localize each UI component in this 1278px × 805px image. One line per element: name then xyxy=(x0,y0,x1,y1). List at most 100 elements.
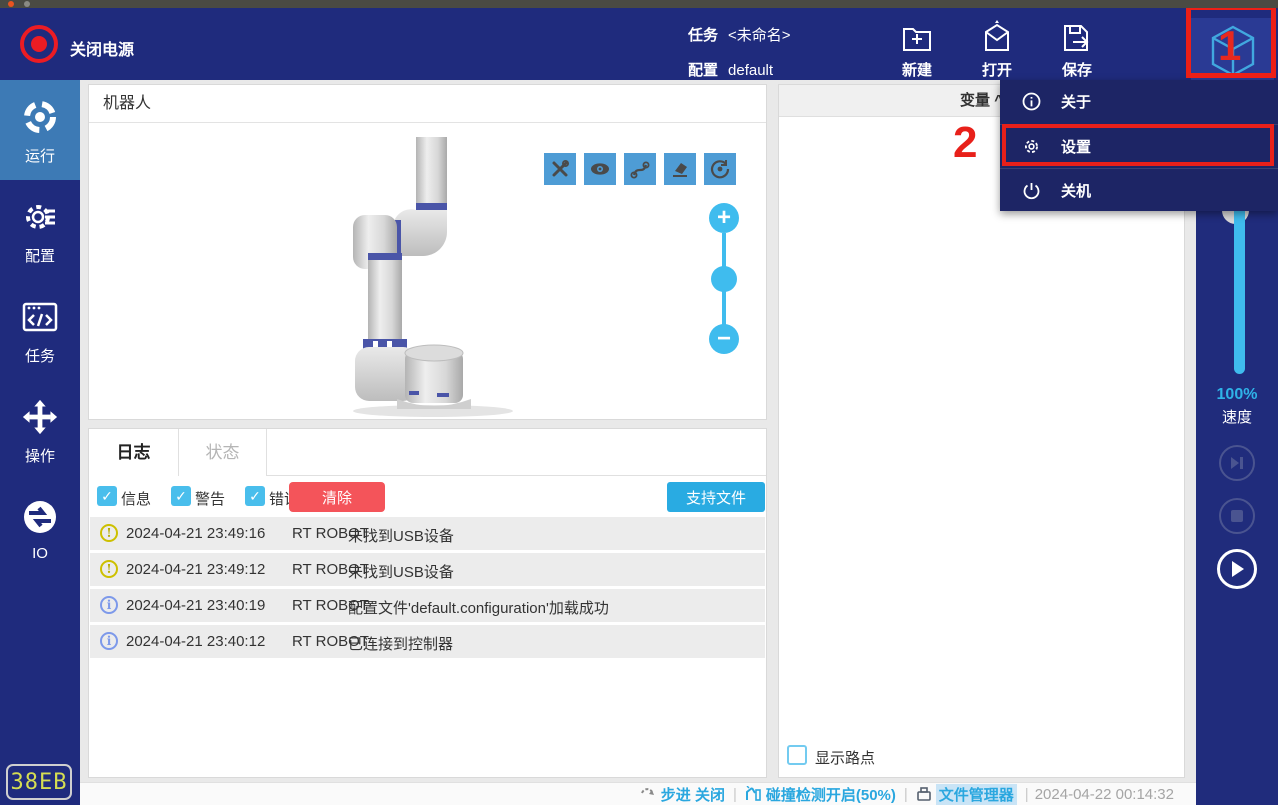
warning-icon: ! xyxy=(100,524,118,542)
zoom-in-button[interactable]: + xyxy=(709,203,739,233)
open-task-label: 打开 xyxy=(981,62,1012,79)
menu-item-label: 关于 xyxy=(1061,94,1092,111)
config-value: default xyxy=(728,62,774,79)
sidebar-item-run[interactable]: 运行 xyxy=(0,80,80,180)
view-path-button[interactable] xyxy=(624,153,656,185)
collision-detect-label: 碰撞检测开启(50%) xyxy=(765,786,896,804)
move-arrows-icon xyxy=(22,399,58,435)
view-visibility-button[interactable] xyxy=(584,153,616,185)
tab-status[interactable]: 状态 xyxy=(179,429,267,476)
sidebar-item-io[interactable]: IO xyxy=(0,480,80,580)
status-bar: 步进 关闭 | 碰撞检测开启(50%) | 文件管理器 | 2024-04-22… xyxy=(80,782,1196,805)
task-label: 任务 xyxy=(688,27,719,44)
filter-warning-label: 警告 xyxy=(195,491,226,508)
sidebar-item-task[interactable]: 任务 xyxy=(0,280,80,380)
log-message: 已连接到控制器 xyxy=(348,636,454,653)
sidebar-item-label: 任务 xyxy=(24,348,55,365)
window-minimize-button[interactable] xyxy=(24,1,30,7)
run-icon xyxy=(24,101,56,133)
divider: | xyxy=(1024,785,1029,803)
eraser-icon xyxy=(673,163,687,177)
speed-slider-track[interactable] xyxy=(1234,204,1245,374)
menu-item-about[interactable]: 关于 xyxy=(1000,80,1278,123)
code-window-icon xyxy=(22,302,58,332)
log-row[interactable]: i 2024-04-21 23:40:19 RT ROBOT 配置文件'defa… xyxy=(90,589,765,622)
left-sidebar: 运行 配置 任务 操作 IO 38EB xyxy=(0,80,80,805)
open-task-button[interactable]: 打开 xyxy=(968,20,1026,80)
divider: | xyxy=(903,785,908,803)
power-off-button[interactable] xyxy=(20,25,58,63)
view-tools-button[interactable] xyxy=(544,153,576,185)
plus-icon: + xyxy=(716,204,731,231)
log-filter-row: ✓ 信息 ✓ 警告 ✓ 错误 清除 支持文件 xyxy=(89,477,766,515)
tools-icon xyxy=(552,160,569,177)
sidebar-item-label: 操作 xyxy=(24,448,55,465)
save-icon xyxy=(1064,25,1089,51)
gear-icon xyxy=(26,205,55,229)
zoom-out-button[interactable]: − xyxy=(709,324,739,354)
clear-log-button[interactable]: 清除 xyxy=(289,482,385,512)
top-header: 关闭电源 任务 <未命名> 配置 default 新建 打开 保存 xyxy=(0,8,1278,84)
robot-panel-title: 机器人 xyxy=(89,85,766,123)
log-time: 2024-04-21 23:40:12 xyxy=(126,633,266,650)
show-waypoints-checkbox[interactable] xyxy=(787,745,807,765)
menu-item-shutdown[interactable]: 关机 xyxy=(1000,168,1278,211)
play-button[interactable] xyxy=(1217,549,1257,589)
log-row[interactable]: i 2024-04-21 23:40:12 RT ROBOT 已连接到控制器 xyxy=(90,625,765,658)
log-message: 未找到USB设备 xyxy=(348,564,454,581)
file-manager-label: 文件管理器 xyxy=(935,783,1017,805)
settings-gear-icon xyxy=(1025,139,1038,153)
filter-info-checkbox[interactable]: ✓ xyxy=(97,486,117,506)
collision-detect-status[interactable]: 碰撞检测开启(50%) xyxy=(745,784,896,805)
skip-icon xyxy=(1231,457,1243,469)
power-icon xyxy=(31,36,47,52)
log-row[interactable]: ! 2024-04-21 23:49:16 RT ROBOT 未找到USB设备 xyxy=(90,517,765,550)
sidebar-item-operate[interactable]: 操作 xyxy=(0,380,80,480)
new-task-label: 新建 xyxy=(901,62,932,79)
info-icon: i xyxy=(100,596,118,614)
play-icon xyxy=(1232,561,1244,577)
stop-button[interactable] xyxy=(1219,498,1255,534)
step-run-button[interactable] xyxy=(1219,445,1255,481)
file-manager-status[interactable]: 文件管理器 xyxy=(916,783,1017,805)
robot-3d-panel: 机器人 + − xyxy=(88,84,767,420)
app-menu-button[interactable] xyxy=(1191,18,1274,84)
filter-error-checkbox[interactable]: ✓ xyxy=(245,486,265,506)
filter-warning-checkbox[interactable]: ✓ xyxy=(171,486,191,506)
window-titlebar xyxy=(0,0,1278,8)
open-file-icon xyxy=(985,20,1009,51)
save-task-label: 保存 xyxy=(1061,62,1092,79)
datetime-label: 2024-04-22 00:14:32 xyxy=(1034,785,1174,803)
step-mode-status[interactable]: 步进 关闭 xyxy=(640,784,725,805)
rotate-icon xyxy=(710,160,730,179)
shutdown-power-icon xyxy=(1023,182,1040,199)
config-info: 配置 default xyxy=(688,59,773,80)
new-task-button[interactable]: 新建 xyxy=(888,20,946,80)
speed-label: 速度 xyxy=(1221,409,1252,426)
sidebar-item-label: IO xyxy=(32,545,48,562)
view-rotate-button[interactable] xyxy=(704,153,736,185)
minus-icon: − xyxy=(716,325,731,352)
step-mode-label: 步进 关闭 xyxy=(660,786,725,804)
sidebar-item-config[interactable]: 配置 xyxy=(0,180,80,280)
sidebar-item-label: 运行 xyxy=(24,148,55,165)
power-off-label: 关闭电源 xyxy=(70,42,135,59)
new-folder-icon xyxy=(903,28,931,51)
menu-item-label: 设置 xyxy=(1061,138,1092,156)
menu-item-settings[interactable]: 设置 xyxy=(1000,124,1278,167)
info-icon: i xyxy=(100,632,118,650)
log-time: 2024-04-21 23:49:12 xyxy=(126,561,266,578)
log-time: 2024-04-21 23:40:19 xyxy=(126,597,266,614)
log-time: 2024-04-21 23:49:16 xyxy=(126,525,266,542)
view-erase-button[interactable] xyxy=(664,153,696,185)
window-close-button[interactable] xyxy=(8,1,14,7)
step-arrow-icon xyxy=(640,787,654,795)
log-tabstrip: 日志 状态 xyxy=(89,429,766,476)
save-task-button[interactable]: 保存 xyxy=(1048,20,1106,80)
support-files-button[interactable]: 支持文件 xyxy=(667,482,765,512)
log-row[interactable]: ! 2024-04-21 23:49:12 RT ROBOT 未找到USB设备 xyxy=(90,553,765,586)
speed-value: 100% xyxy=(1216,386,1258,403)
zoom-slider-knob[interactable] xyxy=(711,266,737,292)
tab-log[interactable]: 日志 xyxy=(89,429,179,476)
app-dropdown-menu: 关于 设置 关机 xyxy=(1000,80,1278,211)
